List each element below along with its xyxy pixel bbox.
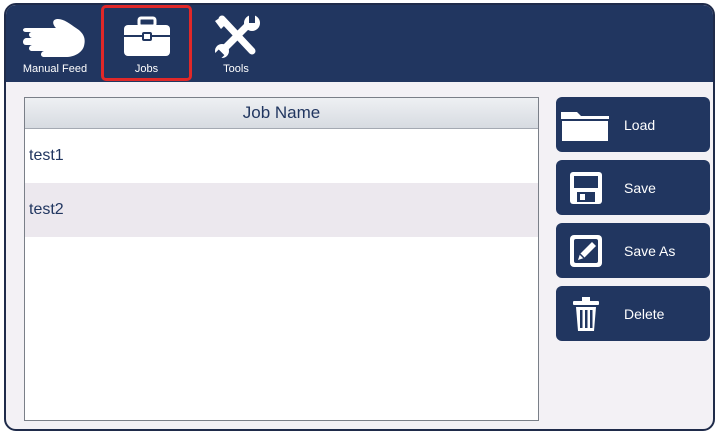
list-item[interactable]: test1	[25, 129, 538, 183]
tab-tools[interactable]: Tools	[196, 5, 276, 82]
list-item[interactable]: test2	[25, 183, 538, 237]
tools-icon	[212, 14, 260, 60]
save-as-button-label: Save As	[624, 242, 676, 259]
briefcase-icon	[122, 14, 172, 60]
delete-button[interactable]: Delete	[556, 286, 710, 341]
floppy-disk-icon	[556, 170, 616, 206]
delete-button-label: Delete	[624, 305, 665, 322]
tab-tools-label: Tools	[223, 63, 249, 75]
save-as-button[interactable]: Save As	[556, 223, 710, 278]
tab-manual-feed[interactable]: Manual Feed	[8, 5, 102, 82]
app-window: Manual Feed Jobs Tools Job Name test1 te…	[4, 3, 715, 431]
trash-icon	[556, 296, 616, 332]
load-button[interactable]: Load	[556, 97, 710, 152]
load-button-label: Load	[624, 116, 656, 133]
job-list: Job Name test1 test2	[24, 97, 539, 421]
top-toolbar: Manual Feed Jobs Tools	[6, 5, 713, 82]
save-button-label: Save	[624, 179, 656, 196]
save-button[interactable]: Save	[556, 160, 710, 215]
folder-icon	[556, 106, 616, 144]
tab-jobs-label: Jobs	[134, 63, 159, 75]
edit-icon	[556, 233, 616, 269]
tab-manual-feed-label: Manual Feed	[22, 63, 88, 75]
column-header-job-name[interactable]: Job Name	[25, 98, 538, 129]
hand-icon	[22, 14, 88, 60]
tab-jobs[interactable]: Jobs	[101, 5, 192, 81]
